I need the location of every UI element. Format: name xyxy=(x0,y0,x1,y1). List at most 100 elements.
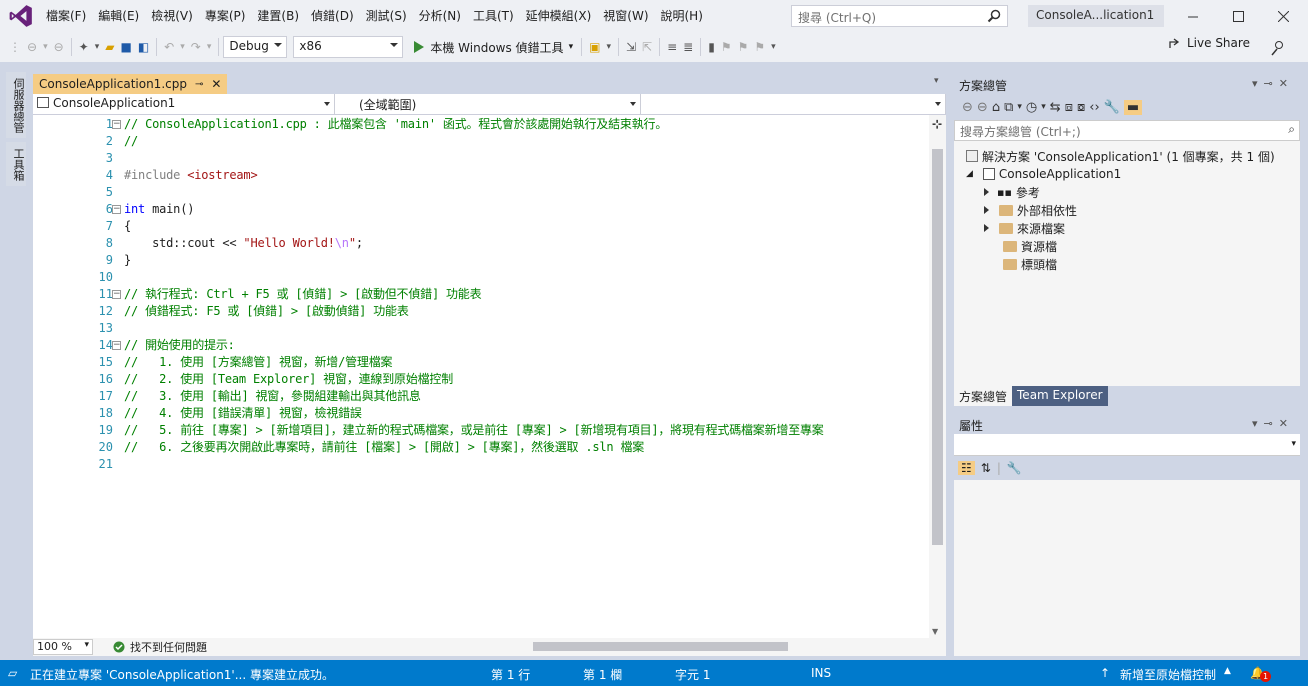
server-explorer-tab[interactable]: 伺服器總管 xyxy=(6,72,26,138)
menu-analyze[interactable]: 分析(N) xyxy=(413,0,467,32)
code-line[interactable]: // 2. 使用 [Team Explorer] 視窗，連線到原始檔控制 xyxy=(124,371,453,388)
tree-solution-node[interactable]: 解決方案 'ConsoleApplication1' (1 個專案，共 1 個) xyxy=(966,147,1275,165)
tab-solution-explorer[interactable]: 方案總管 xyxy=(954,386,1013,406)
tab-overflow-icon[interactable]: ▾ xyxy=(934,76,939,86)
code-line[interactable]: int main() xyxy=(124,201,194,218)
bookmark-icon[interactable]: ▮ xyxy=(705,36,718,58)
chevron-down-icon[interactable]: ▾ xyxy=(92,36,103,58)
open-file-icon[interactable]: ▰ xyxy=(102,36,117,58)
menu-help[interactable]: 說明(H) xyxy=(655,0,709,32)
tree-project-node[interactable]: ◢ ConsoleApplication1 xyxy=(966,165,1121,183)
collapsed-arrow-icon[interactable] xyxy=(984,224,989,232)
code-line[interactable]: #include <iostream> xyxy=(124,167,258,184)
show-all-files-icon[interactable]: ⧇ xyxy=(1077,100,1085,115)
issues-status[interactable]: 找不到任何問題 xyxy=(130,639,207,655)
vertical-scrollbar[interactable]: ⊹ ▼ xyxy=(929,115,946,638)
navigate-back-icon[interactable]: ⊖ xyxy=(24,36,40,58)
menu-extensions[interactable]: 延伸模組(X) xyxy=(520,0,598,32)
project-nav-select[interactable]: ConsoleApplication1 xyxy=(33,94,335,114)
code-line[interactable]: // 6. 之後要再次開啟此專案時，請前往 [檔案] > [開啟] > [專案]… xyxy=(124,439,644,456)
properties-wrench-icon[interactable]: 🔧 xyxy=(1104,100,1120,115)
horizontal-scrollbar-thumb[interactable] xyxy=(533,642,788,651)
properties-object-select[interactable]: ▾ xyxy=(954,434,1300,456)
comment-lines-icon[interactable]: ≡ xyxy=(664,36,680,58)
save-all-icon[interactable]: ◧ xyxy=(135,36,152,58)
collapse-all-icon[interactable]: ⧈ xyxy=(1065,100,1073,115)
status-insert-mode[interactable]: INS xyxy=(811,666,831,680)
previous-bookmark-icon[interactable]: ⚑ xyxy=(718,36,735,58)
step-over-icon[interactable]: ⇱ xyxy=(639,36,655,58)
code-line[interactable]: // 偵錯程式: F5 或 [偵錯] > [啟動偵錯] 功能表 xyxy=(124,303,409,320)
status-line[interactable]: 第 1 行 xyxy=(491,666,530,683)
menu-view[interactable]: 檢視(V) xyxy=(145,0,199,32)
platform-select[interactable]: x86 xyxy=(293,36,404,58)
scrollbar-thumb[interactable] xyxy=(932,149,943,545)
menu-project[interactable]: 專案(P) xyxy=(199,0,252,32)
code-line[interactable]: { xyxy=(124,218,131,235)
categorized-icon[interactable]: ☷ xyxy=(958,461,975,475)
chevron-down-icon[interactable]: ▾ xyxy=(1041,102,1046,112)
collapse-region-icon[interactable]: − xyxy=(112,290,121,299)
code-line[interactable]: // xyxy=(124,133,138,150)
feedback-icon[interactable] xyxy=(1270,40,1286,56)
code-line[interactable]: // 5. 前往 [專案] > [新增項目]，建立新的程式碼檔案，或是前往 [專… xyxy=(124,422,824,439)
code-line[interactable]: // 1. 使用 [方案總管] 視窗，新增/管理檔案 xyxy=(124,354,393,371)
back-icon[interactable]: ⊖ xyxy=(962,100,973,115)
sync-icon[interactable]: ⇆ xyxy=(1050,100,1061,115)
clear-bookmarks-icon[interactable]: ⚑ xyxy=(751,36,768,58)
tree-item-header-files[interactable]: 標頭檔 xyxy=(995,255,1057,273)
toolbox-tab[interactable]: 工具箱 xyxy=(6,142,26,186)
pending-changes-icon[interactable]: ◷ xyxy=(1026,100,1037,115)
add-to-source-control-button[interactable]: 新增至原始檔控制 xyxy=(1120,666,1216,683)
view-code-icon[interactable]: ‹› xyxy=(1089,100,1099,115)
tree-item-source-files[interactable]: 來源檔案 xyxy=(984,219,1065,237)
attach-icon[interactable]: ▣ xyxy=(586,36,603,58)
menu-edit[interactable]: 編輯(E) xyxy=(92,0,145,32)
panel-window-controls[interactable]: ▾⊸✕ xyxy=(1252,417,1294,430)
preview-selected-icon[interactable]: ▬ xyxy=(1123,99,1143,115)
code-line[interactable]: // 執行程式: Ctrl + F5 或 [偵錯] > [啟動但不偵錯] 功能表 xyxy=(124,286,482,303)
uncomment-lines-icon[interactable]: ≣ xyxy=(680,36,696,58)
code-line[interactable]: std::cout << "Hello World!\n"; xyxy=(124,235,363,252)
home-icon[interactable]: ⌂ xyxy=(992,100,1000,115)
tree-item-references[interactable]: ▪▪ 參考 xyxy=(984,183,1040,201)
search-input[interactable]: 搜尋 (Ctrl+Q) xyxy=(791,5,1008,27)
split-window-icon[interactable]: ⊹ xyxy=(932,117,942,131)
save-icon[interactable]: ■ xyxy=(117,36,134,58)
menu-build[interactable]: 建置(B) xyxy=(251,0,305,32)
configuration-select[interactable]: Debug xyxy=(223,36,288,58)
undo-icon[interactable]: ↶ xyxy=(161,36,177,58)
code-line[interactable]: // 開始使用的提示: xyxy=(124,337,235,354)
status-char[interactable]: 字元 1 xyxy=(675,666,710,683)
pin-icon[interactable]: ⊸ xyxy=(195,79,203,90)
live-share-button[interactable]: Live Share xyxy=(1168,36,1250,50)
redo-icon[interactable]: ↷ xyxy=(188,36,204,58)
tab-consoleapplication1-cpp[interactable]: ConsoleApplication1.cpp ⊸ ✕ xyxy=(33,74,228,94)
scope-nav-select[interactable]: (全域範圍) xyxy=(335,94,641,114)
menu-test[interactable]: 測試(S) xyxy=(360,0,413,32)
collapsed-arrow-icon[interactable] xyxy=(984,188,989,196)
chevron-down-icon[interactable]: ▾ xyxy=(569,42,574,52)
status-column[interactable]: 第 1 欄 xyxy=(583,666,622,683)
menu-debug[interactable]: 偵錯(D) xyxy=(305,0,360,32)
status-output-icon[interactable]: ▱ xyxy=(8,666,17,680)
toolbar-overflow-icon[interactable]: ▾ xyxy=(768,36,779,58)
maximize-button[interactable] xyxy=(1215,0,1261,32)
chevron-down-icon[interactable]: ▾ xyxy=(204,36,215,58)
close-button[interactable] xyxy=(1260,0,1306,32)
expanded-arrow-icon[interactable]: ◢ xyxy=(966,169,973,179)
new-project-icon[interactable]: ✦ xyxy=(76,36,92,58)
solution-search-input[interactable]: 搜尋方案總管 (Ctrl+;) ⌕ xyxy=(954,120,1300,141)
menu-window[interactable]: 視窗(W) xyxy=(597,0,654,32)
panel-window-controls[interactable]: ▾⊸✕ xyxy=(1252,77,1294,90)
minimize-button[interactable] xyxy=(1170,0,1216,32)
switch-views-icon[interactable]: ⧉ xyxy=(1004,100,1013,115)
chevron-down-icon[interactable]: ▾ xyxy=(177,36,188,58)
start-debugger-button[interactable]: 本機 Windows 偵錯工具 ▾ xyxy=(409,36,577,58)
code-line[interactable]: } xyxy=(124,252,131,269)
code-line[interactable]: // 3. 使用 [輸出] 視窗，參閱組建輸出與其他訊息 xyxy=(124,388,421,405)
code-line[interactable]: // ConsoleApplication1.cpp : 此檔案包含 'main… xyxy=(124,116,667,133)
code-line[interactable]: // 4. 使用 [錯誤清單] 視窗，檢視錯誤 xyxy=(124,405,362,422)
chevron-down-icon[interactable]: ▾ xyxy=(603,36,614,58)
navigate-forward-icon[interactable]: ⊖ xyxy=(51,36,67,58)
